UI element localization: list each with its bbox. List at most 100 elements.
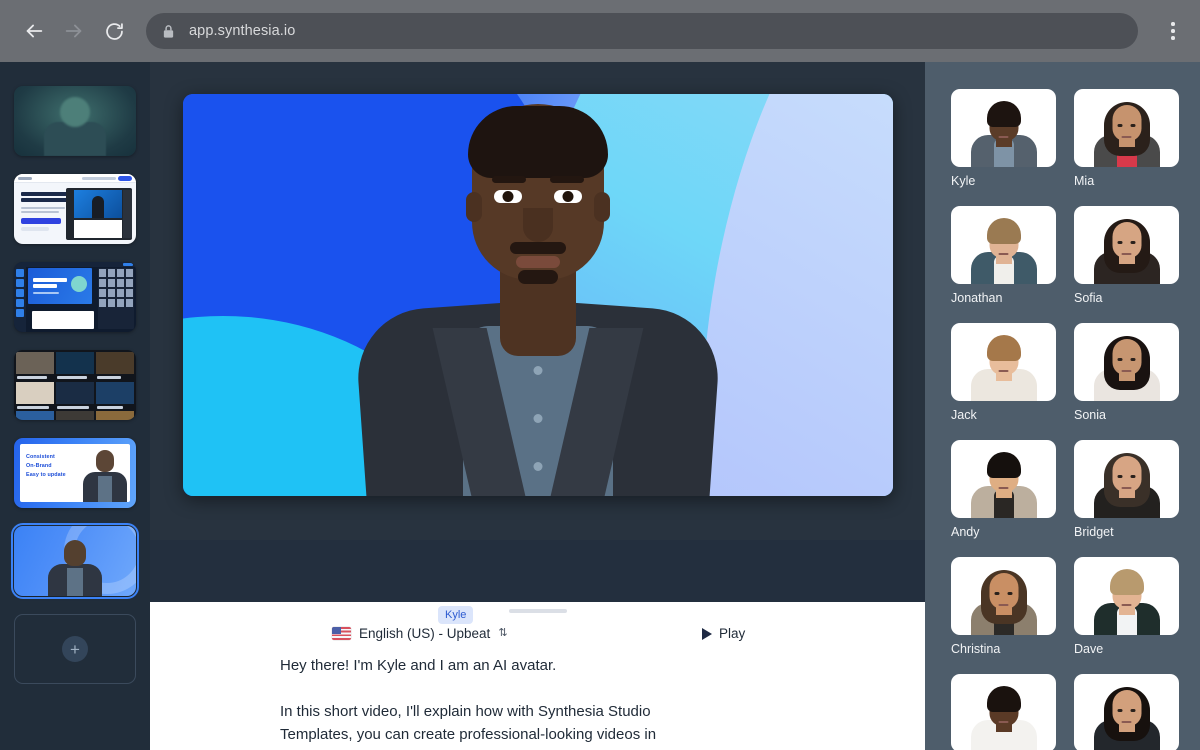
- slide5-line-1: Consistent: [26, 454, 55, 461]
- play-label: Play: [719, 626, 745, 641]
- avatar-face: [1112, 456, 1141, 492]
- arrow-left-icon: [23, 20, 45, 42]
- avatar-thumbnail[interactable]: [951, 89, 1056, 167]
- avatar-card-sofia[interactable]: Sofia: [1074, 206, 1179, 305]
- avatar-face: [1112, 105, 1141, 141]
- avatar-portrait: [965, 216, 1043, 284]
- avatar-portrait: [965, 567, 1043, 635]
- us-flag-icon: [332, 627, 351, 640]
- reload-icon: [104, 21, 125, 42]
- avatar-card-jonathan[interactable]: Jonathan: [951, 206, 1056, 305]
- avatar-thumbnail[interactable]: [1074, 206, 1179, 284]
- avatar-card-marcus[interactable]: Marcus: [951, 674, 1056, 750]
- avatar-hair: [987, 452, 1021, 478]
- avatar-name-label: Bridget: [1074, 525, 1179, 539]
- avatar-card-mia[interactable]: Mia: [1074, 89, 1179, 188]
- avatar-thumbnail[interactable]: [1074, 674, 1179, 750]
- forward-button[interactable]: [54, 11, 94, 51]
- back-button[interactable]: [14, 11, 54, 51]
- plus-icon: +: [62, 636, 88, 662]
- avatar-name-label: Mia: [1074, 174, 1179, 188]
- avatar-thumbnail[interactable]: [951, 674, 1056, 750]
- avatar-face: [1112, 222, 1141, 258]
- kebab-dot: [1171, 29, 1175, 33]
- avatar-face: [1112, 339, 1141, 375]
- avatar-name-label: Jonathan: [951, 291, 1056, 305]
- kebab-dot: [1171, 36, 1175, 40]
- avatar-card-kyle[interactable]: Kyle: [951, 89, 1056, 188]
- avatar-name-label: Christina: [951, 642, 1056, 656]
- avatar-card-andy[interactable]: Andy: [951, 440, 1056, 539]
- avatar-name-label: Kyle: [951, 174, 1056, 188]
- reload-button[interactable]: [94, 11, 134, 51]
- slide-thumbnail-4[interactable]: [14, 350, 136, 420]
- avatar-card-dave[interactable]: Dave: [1074, 557, 1179, 656]
- avatar-portrait: [1088, 684, 1166, 750]
- panel-drag-handle[interactable]: [509, 609, 567, 613]
- avatar-name-label: Jack: [951, 408, 1056, 422]
- lock-icon: [162, 24, 175, 39]
- play-icon: [702, 628, 712, 640]
- slide-thumbnail-1[interactable]: [14, 86, 136, 156]
- arrow-right-icon: [63, 20, 85, 42]
- avatar-portrait: [965, 450, 1043, 518]
- avatar-thumbnail[interactable]: [951, 323, 1056, 401]
- studio-editor: Consistent On-Brand Easy to update +: [0, 62, 1200, 750]
- slide3-canvas: [28, 268, 92, 304]
- avatar-name-label: Andy: [951, 525, 1056, 539]
- browser-menu-button[interactable]: [1160, 11, 1186, 51]
- avatar-hair: [1110, 569, 1144, 595]
- avatar-hair: [987, 335, 1021, 361]
- script-panel: English (US) - Upbeat ⇅ Play Kyle Hey th…: [150, 602, 925, 750]
- voice-selector[interactable]: English (US) - Upbeat ⇅: [332, 626, 508, 641]
- presenter-figure: [338, 96, 738, 496]
- slide-thumbnail-6[interactable]: [14, 526, 136, 596]
- avatar-thumbnail[interactable]: [951, 440, 1056, 518]
- video-canvas[interactable]: [183, 94, 893, 496]
- avatar-card-christina[interactable]: Christina: [951, 557, 1056, 656]
- avatar-portrait: [965, 684, 1043, 750]
- script-paragraph-1: Hey there! I'm Kyle and I am an AI avata…: [280, 654, 660, 677]
- avatar-card-elena[interactable]: Elena: [1074, 674, 1179, 750]
- avatar-thumbnail[interactable]: [951, 206, 1056, 284]
- avatar-card-bridget[interactable]: Bridget: [1074, 440, 1179, 539]
- voice-label: English (US) - Upbeat: [359, 626, 490, 641]
- avatar-portrait: [1088, 567, 1166, 635]
- avatar-portrait: [1088, 99, 1166, 167]
- avatar-grid: Kyle Mia Jonathan Sofia Jack Sonia Andy Bridget…: [925, 89, 1200, 750]
- avatar-library-panel[interactable]: Kyle Mia Jonathan Sofia Jack Sonia Andy Bridget…: [925, 62, 1200, 750]
- slide-thumbnail-5[interactable]: Consistent On-Brand Easy to update: [14, 438, 136, 508]
- avatar-card-sonia[interactable]: Sonia: [1074, 323, 1179, 422]
- kebab-dot: [1171, 22, 1175, 26]
- video-stage: [150, 62, 925, 540]
- avatar-thumbnail[interactable]: [1074, 89, 1179, 167]
- avatar-card-jack[interactable]: Jack: [951, 323, 1056, 422]
- slide5-line-3: Easy to update: [26, 472, 66, 479]
- avatar-portrait: [965, 333, 1043, 401]
- avatar-name-label: Sonia: [1074, 408, 1179, 422]
- avatar-hair: [987, 101, 1021, 127]
- slide-thumbnail-3[interactable]: [14, 262, 136, 332]
- avatar-hair: [987, 218, 1021, 244]
- slide5-line-2: On-Brand: [26, 463, 52, 470]
- avatar-thumbnail[interactable]: [1074, 323, 1179, 401]
- slide5-presenter: [82, 448, 128, 502]
- slide3-avatar-grid: [98, 268, 134, 329]
- script-toolbar: English (US) - Upbeat ⇅ Play: [150, 622, 925, 654]
- avatar-portrait: [1088, 450, 1166, 518]
- address-bar[interactable]: app.synthesia.io: [146, 13, 1138, 49]
- avatar-portrait: [1088, 216, 1166, 284]
- slides-rail[interactable]: Consistent On-Brand Easy to update +: [0, 62, 150, 750]
- add-slide-button[interactable]: +: [14, 614, 136, 684]
- avatar-thumbnail[interactable]: [951, 557, 1056, 635]
- slide2-navbar: [14, 174, 136, 183]
- avatar-thumbnail[interactable]: [1074, 440, 1179, 518]
- slide-thumbnail-2[interactable]: [14, 174, 136, 244]
- play-button[interactable]: Play: [702, 626, 745, 641]
- script-text-area[interactable]: Hey there! I'm Kyle and I am an AI avata…: [150, 654, 925, 750]
- avatar-thumbnail[interactable]: [1074, 557, 1179, 635]
- speaker-badge[interactable]: Kyle: [438, 606, 473, 624]
- avatar-face: [989, 573, 1018, 609]
- browser-toolbar: app.synthesia.io: [0, 0, 1200, 62]
- slide6-presenter: [47, 538, 103, 596]
